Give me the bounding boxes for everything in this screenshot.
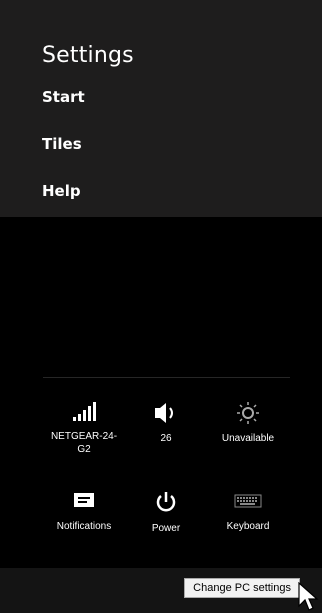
power-tile[interactable]: Power: [126, 490, 206, 535]
brightness-tile[interactable]: Unavailable: [208, 402, 288, 445]
network-label: NETGEAR-24- G2: [50, 431, 118, 455]
network-tile[interactable]: NETGEAR-24- G2: [44, 402, 124, 456]
notifications-label: Notifications: [56, 521, 112, 532]
quick-settings-divider: [43, 377, 290, 378]
power-icon: [156, 492, 176, 512]
power-label: Power: [151, 523, 181, 534]
menu-item-help[interactable]: Help: [42, 182, 81, 200]
notifications-icon: [74, 493, 94, 507]
volume-label: 26: [160, 433, 172, 444]
menu-item-tiles[interactable]: Tiles: [42, 135, 82, 153]
notifications-tile[interactable]: Notifications: [44, 490, 124, 533]
brightness-label: Unavailable: [221, 433, 275, 444]
settings-charm: Settings Start Tiles Help NETGEAR-24- G2…: [0, 0, 322, 613]
keyboard-icon: [234, 494, 262, 508]
mouse-cursor-icon: [298, 582, 319, 611]
settings-title: Settings: [42, 43, 134, 68]
network-signal-icon: [73, 402, 96, 421]
change-pc-settings-link[interactable]: Change PC settings: [184, 578, 300, 598]
keyboard-tile[interactable]: Keyboard: [208, 490, 288, 533]
brightness-icon: [237, 402, 259, 424]
keyboard-label: Keyboard: [226, 521, 270, 532]
menu-item-start[interactable]: Start: [42, 88, 85, 106]
settings-header-panel: Settings Start Tiles Help: [0, 0, 322, 217]
volume-icon: [155, 403, 173, 423]
volume-tile[interactable]: 26: [126, 402, 206, 445]
